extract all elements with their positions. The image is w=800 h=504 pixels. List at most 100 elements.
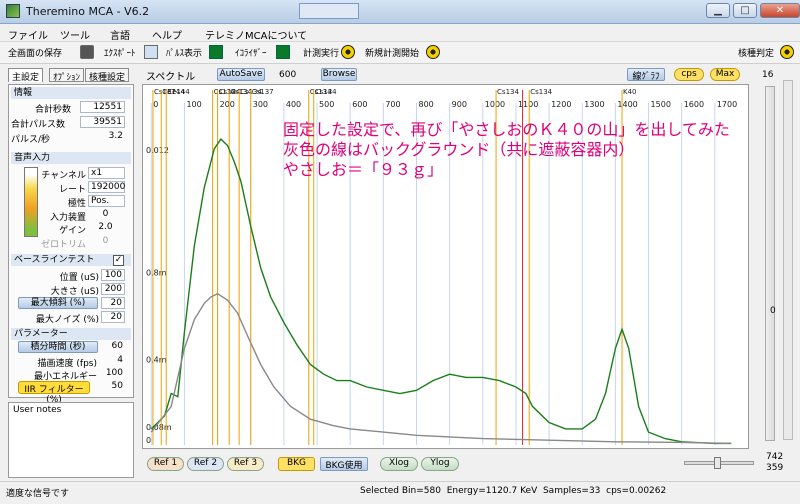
iir-filter-value[interactable]: 50 (101, 381, 125, 393)
cps-button[interactable]: cps (674, 68, 704, 81)
spectrum-chart[interactable]: 0 100 200 300 400 500 600 700 800 900 1000 1100 1200… (142, 84, 749, 449)
vertical-zoom-slider[interactable] (765, 86, 775, 441)
ylog-button[interactable]: Ylog (421, 457, 459, 471)
info-total-pulses-label: 合計パルス数 (11, 120, 66, 130)
autosave-button[interactable]: AutoSave (217, 68, 265, 81)
menu-help[interactable]: ヘルプ (152, 27, 182, 42)
audio-rate-select[interactable]: 192000 (88, 181, 125, 193)
ref2-button[interactable]: Ref 2 (187, 457, 224, 471)
annotation-line: やさしお＝「９３ｇ」 (283, 160, 443, 179)
radiation-icon[interactable] (426, 45, 440, 59)
baseline-position-value[interactable]: 100 (101, 269, 125, 281)
right-value-2: 359 (766, 463, 784, 473)
y-tick-label: 0.8m (146, 269, 167, 278)
audio-zero-trim-label: ゼロトリム (40, 240, 86, 250)
minimize-button[interactable]: ▁ (706, 3, 730, 18)
run-measure-button[interactable] (299, 3, 359, 19)
equalizer-wave-icon[interactable] (276, 45, 290, 59)
bkg-use-button[interactable]: BKG使用 (320, 457, 368, 471)
max-button[interactable]: Max (710, 68, 740, 81)
annotation-line: 灰色の線はバックグラウンド（共に遮蔽容器内） (283, 140, 634, 159)
x-tick-label: 300 (253, 100, 268, 109)
nuclide-identify-button[interactable]: 核種判定 (738, 46, 774, 59)
max-slope-button[interactable]: 最大傾斜 (%) (18, 297, 98, 309)
integration-time-value[interactable]: 60 (101, 341, 125, 353)
x-tick-label: 0 (153, 100, 158, 109)
menu-language[interactable]: 言語 (110, 27, 130, 42)
selected-bin-status: Selected Bin=580 Energy=1120.7 KeV Sampl… (360, 486, 667, 496)
xlog-button[interactable]: Xlog (380, 457, 418, 471)
maximize-button[interactable]: □ (733, 3, 757, 18)
export-button[interactable]: ｴｸｽﾎﾟｰﾄ (104, 46, 136, 59)
x-tick-label: 900 (452, 100, 467, 109)
camera-icon[interactable] (80, 45, 94, 59)
pulse-display-button[interactable]: ﾊﾟﾙｽ表示 (166, 46, 202, 59)
save-all-button[interactable]: 全画面の保存 (8, 46, 62, 59)
info-total-seconds-value: 12551 (80, 101, 125, 113)
iir-filter-button[interactable]: IIR フィルター (%) (18, 381, 90, 405)
bkg-button[interactable]: BKG (278, 457, 315, 471)
equalizer-button[interactable]: ｲｺﾗｲｻﾞｰ (235, 46, 267, 59)
signal-status: 適度な信号です (6, 489, 70, 499)
draw-speed-value[interactable]: 4 (101, 355, 125, 367)
nuclide-label: K40 (623, 88, 637, 96)
x-tick-label: 1700 (717, 100, 737, 109)
ref3-button[interactable]: Ref 3 (227, 457, 264, 471)
tab-main[interactable]: 主設定 (8, 68, 44, 83)
x-tick-label: 400 (286, 100, 301, 109)
max-noise-value[interactable]: 20 (101, 311, 125, 323)
min-energy-value[interactable]: 100 (101, 368, 125, 380)
baseline-checkbox[interactable]: ✓ (113, 255, 124, 266)
params-header: パラメーター (11, 328, 131, 340)
x-tick-label: 1400 (617, 100, 637, 109)
y-tick-label: 0.4m (146, 356, 167, 365)
baseline-size-value[interactable]: 200 (101, 283, 125, 295)
spectrum-plot: 0 100 200 300 400 500 600 700 800 900 1000 1100 1200… (146, 88, 737, 445)
line-graph-button[interactable]: 線ｸﾞﾗﾌ (627, 68, 665, 82)
ref1-button[interactable]: Ref 1 (147, 457, 184, 471)
input-level-meter (24, 167, 38, 237)
right-value-1: 742 (766, 452, 784, 462)
new-measure-button[interactable]: 新規計測開始 (365, 46, 419, 59)
horizontal-slider-thumb[interactable] (714, 457, 721, 469)
baseline-size-label: 大きさ (uS) (50, 287, 99, 297)
nuclide-label: Ce144 (167, 88, 190, 96)
audio-gain-value[interactable]: 2.0 (88, 222, 125, 234)
vertical-scrollbar[interactable] (783, 80, 793, 440)
x-tick-label: 800 (418, 100, 433, 109)
info-pulses-per-sec-value: 3.2 (108, 131, 123, 141)
audio-gain-label: ゲイン (59, 226, 86, 236)
radiation-icon[interactable] (780, 45, 794, 59)
max-slope-value[interactable]: 20 (101, 297, 125, 309)
audio-channel-select[interactable]: x1 (88, 167, 125, 179)
audio-input-device-label: 入力装置 (49, 213, 86, 223)
tab-nuclide-settings[interactable]: 核種設定 (85, 68, 130, 83)
run-measure-label: 計測実行 (303, 49, 340, 59)
x-tick-label: 200 (220, 100, 235, 109)
integration-time-button[interactable]: 積分時間 (秒) (18, 341, 98, 353)
y-tick-label: 0 (146, 436, 151, 445)
x-tick-label: 500 (319, 100, 334, 109)
audio-polarity-label: 極性 (67, 199, 86, 209)
info-pulses-per-sec-label: パルス/秒 (11, 135, 51, 145)
nuclide-label: Cs134 (530, 88, 552, 96)
app-icon (6, 4, 20, 18)
menu-about[interactable]: テレミノMCAについて (205, 27, 307, 42)
x-tick-label: 100 (186, 100, 201, 109)
close-button[interactable]: ✕ (760, 3, 800, 18)
menu-tools[interactable]: ツール (60, 27, 90, 42)
top-scale-value: 16 (762, 70, 774, 80)
audio-input-device-value[interactable]: 0 (88, 209, 125, 221)
audio-header: 音声入力 (11, 152, 131, 164)
audio-polarity-select[interactable]: Pos. (88, 195, 125, 207)
pulse-wave-icon[interactable] (209, 45, 223, 59)
autosave-interval[interactable]: 600 (279, 70, 296, 80)
tab-options[interactable]: ｵﾌﾟｼｮﾝ (49, 68, 85, 83)
x-tick-label: 1100 (518, 100, 538, 109)
document-icon[interactable] (144, 45, 158, 59)
x-tick-label: 1600 (684, 100, 704, 109)
audio-zero-trim-value[interactable]: 0 (88, 236, 125, 248)
annotation-line: 固定した設定で、再び「やさしおのＫ４０の山」を出してみた (283, 120, 730, 139)
menu-file[interactable]: ファイル (8, 27, 48, 42)
browse-button[interactable]: Browse (321, 68, 357, 81)
